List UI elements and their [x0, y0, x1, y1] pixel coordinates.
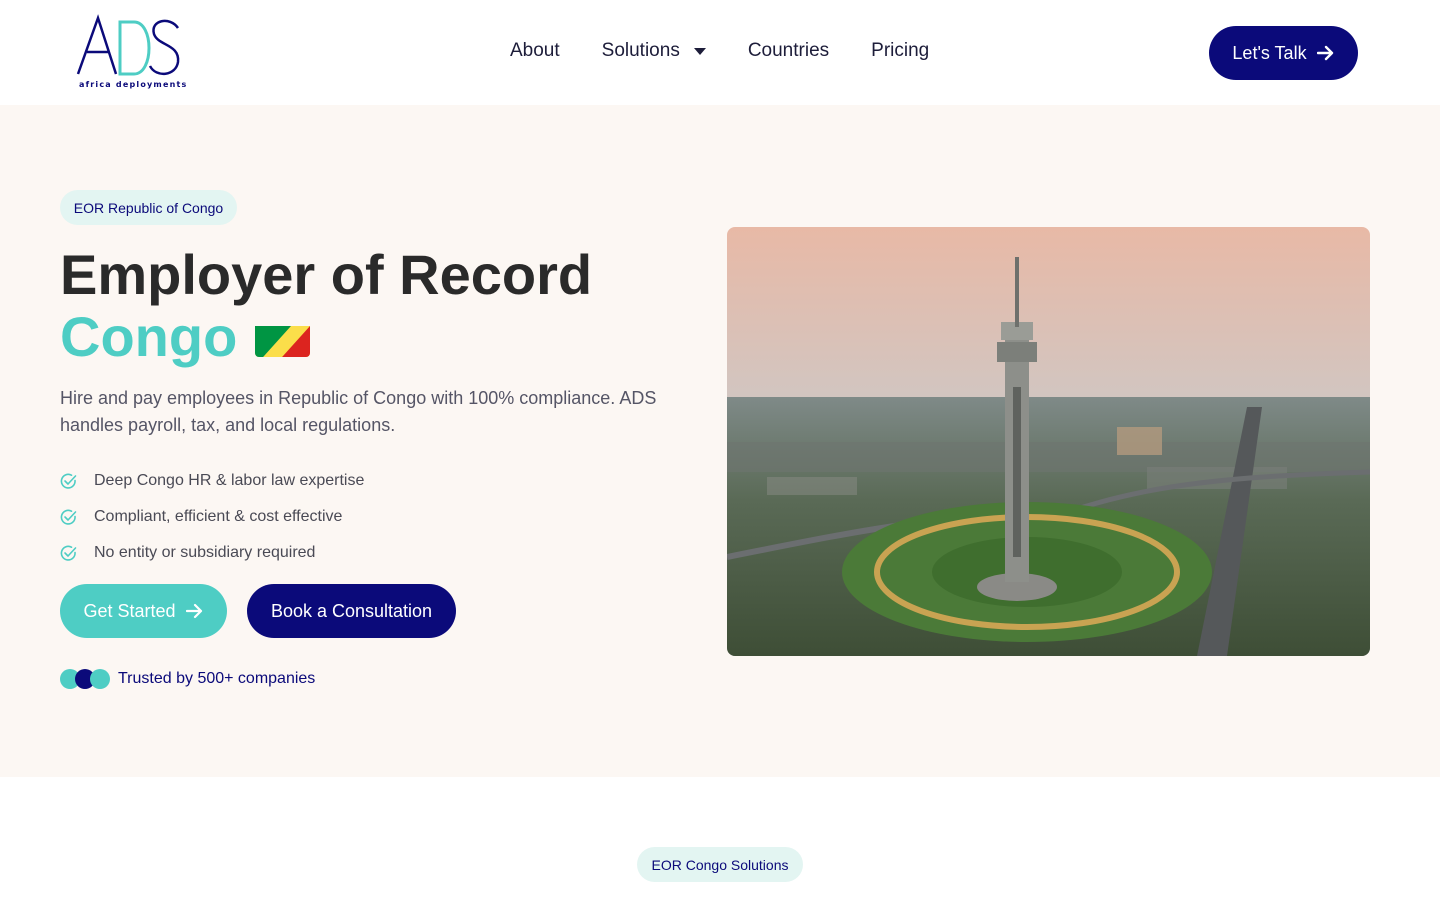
check-circle-icon	[60, 545, 77, 561]
main-nav: About Solutions Countries Pricing	[510, 40, 929, 62]
site-header: africa deployments About Solutions Count…	[0, 0, 1440, 105]
check-circle-icon	[60, 509, 77, 525]
hero-title-country-label: Congo	[60, 305, 238, 368]
nav-pricing[interactable]: Pricing	[871, 40, 929, 62]
ads-logo[interactable]: africa deployments	[76, 14, 188, 90]
lets-talk-button[interactable]: Let's Talk	[1209, 26, 1358, 80]
trusted-text: Trusted by 500+ companies	[118, 670, 316, 687]
feature-text: Deep Congo HR & labor law expertise	[94, 472, 365, 489]
logo-tagline: africa deployments	[79, 80, 188, 89]
get-started-button[interactable]: Get Started	[60, 584, 227, 638]
hero-badge: EOR Republic of Congo	[60, 190, 237, 225]
check-circle-icon	[60, 473, 77, 489]
feature-text: No entity or subsidiary required	[94, 544, 316, 561]
hero-city-photo	[727, 227, 1370, 656]
get-started-label: Get Started	[83, 600, 176, 621]
nav-countries[interactable]: Countries	[748, 40, 829, 62]
nav-about[interactable]: About	[510, 40, 560, 62]
avatar	[90, 669, 110, 689]
company-avatars	[60, 669, 110, 689]
hero-title: Employer of Record	[60, 243, 593, 306]
hero-title-country: Congo	[60, 305, 311, 368]
ads-logo-mark	[76, 14, 180, 76]
lets-talk-label: Let's Talk	[1232, 42, 1307, 63]
feature-item: No entity or subsidiary required	[60, 535, 364, 571]
nav-solutions[interactable]: Solutions	[602, 40, 706, 62]
trusted-by: Trusted by 500+ companies	[60, 669, 315, 689]
arrow-right-icon	[1316, 45, 1333, 61]
book-consultation-button[interactable]: Book a Consultation	[247, 584, 456, 638]
solutions-badge: EOR Congo Solutions	[637, 847, 803, 882]
feature-list: Deep Congo HR & labor law expertise Comp…	[60, 463, 364, 571]
congo-flag-icon	[255, 317, 311, 357]
hero-intro: Hire and pay employees in Republic of Co…	[60, 388, 657, 435]
hero-section: EOR Republic of Congo Employer of Record…	[0, 105, 1440, 777]
nav-solutions-label: Solutions	[601, 40, 680, 61]
arrow-right-icon	[185, 603, 202, 619]
caret-down-icon	[693, 47, 706, 55]
feature-text: Compliant, efficient & cost effective	[94, 508, 343, 525]
feature-item: Compliant, efficient & cost effective	[60, 499, 364, 535]
feature-item: Deep Congo HR & labor law expertise	[60, 463, 364, 499]
